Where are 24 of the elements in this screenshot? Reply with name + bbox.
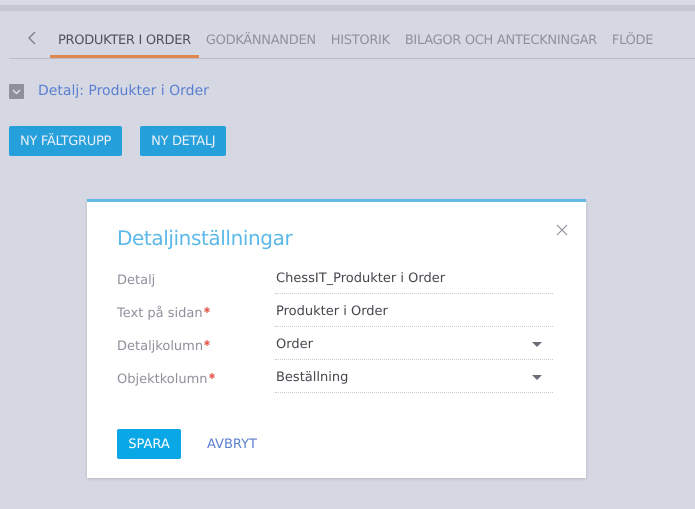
field-label: Detaljkolumn xyxy=(117,339,204,354)
save-button[interactable]: SPARA xyxy=(117,429,181,459)
add-button[interactable]: NY DETALJ xyxy=(140,126,226,156)
field-label: Detalj xyxy=(117,273,156,288)
field-label: Objektkolumn xyxy=(117,372,208,387)
field-label: Text på sidan xyxy=(117,306,203,321)
input-field[interactable]: ChessIT_Produkter i Order xyxy=(275,268,553,294)
tab[interactable]: HISTORIK xyxy=(322,33,398,58)
close-icon[interactable] xyxy=(556,224,568,236)
input-field[interactable]: Produkter i Order xyxy=(275,301,553,327)
add-button[interactable]: NY FÄLTGRUPP xyxy=(9,126,122,156)
cancel-button[interactable]: AVBRYT xyxy=(207,429,257,459)
back-icon[interactable] xyxy=(28,31,36,45)
tab[interactable]: PRODUKTER I ORDER xyxy=(50,33,199,58)
tab[interactable]: FLÖDE xyxy=(604,33,662,58)
tab[interactable]: BILAGOR OCH ANTECKNINGAR xyxy=(396,33,605,58)
dropdown-field[interactable]: Beställning xyxy=(275,367,553,393)
collapse-toggle-icon[interactable] xyxy=(9,84,24,98)
tab[interactable]: GODKÄNNANDEN xyxy=(198,33,324,58)
dropdown-arrow-icon xyxy=(532,342,542,346)
dropdown-arrow-icon xyxy=(532,374,542,380)
dialog-title: Detaljinställningar xyxy=(117,226,294,250)
detail-title[interactable]: Detalj: Produkter i Order xyxy=(38,83,209,99)
dropdown-field[interactable]: Order xyxy=(275,334,553,360)
